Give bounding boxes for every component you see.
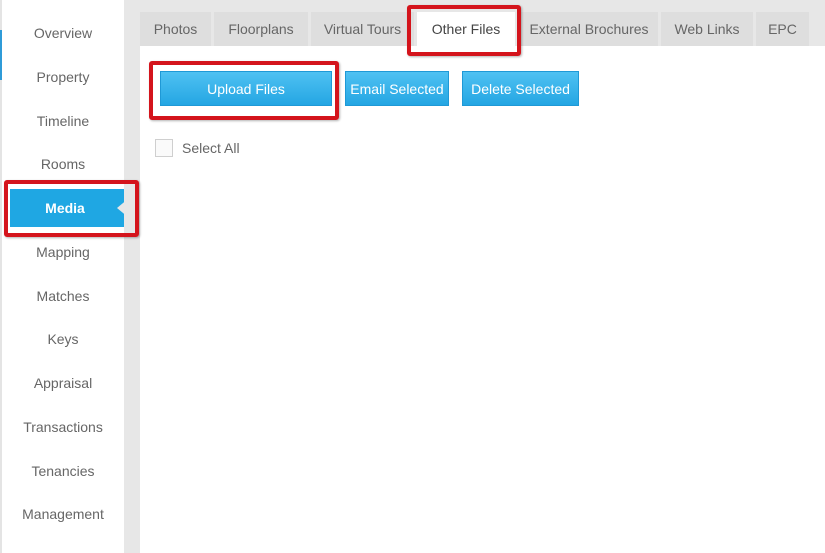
sidebar-item-mapping[interactable]: Mapping bbox=[2, 232, 136, 272]
select-all-control[interactable]: Select All bbox=[155, 139, 240, 157]
sidebar: Overview Property Timeline Rooms Media M… bbox=[2, 0, 128, 553]
delete-selected-button[interactable]: Delete Selected bbox=[462, 71, 579, 106]
sidebar-item-media[interactable]: Media bbox=[10, 189, 128, 227]
sidebar-item-appraisal[interactable]: Appraisal bbox=[2, 363, 136, 403]
tab-virtual-tours[interactable]: Virtual Tours bbox=[311, 12, 414, 46]
sidebar-item-timeline[interactable]: Timeline bbox=[2, 101, 136, 141]
sidebar-gutter bbox=[124, 0, 140, 553]
sidebar-item-rooms[interactable]: Rooms bbox=[2, 144, 136, 184]
select-all-label: Select All bbox=[182, 140, 240, 156]
tab-epc[interactable]: EPC bbox=[756, 12, 809, 46]
media-tab-bar: Photos Floorplans Virtual Tours Other Fi… bbox=[140, 0, 825, 46]
tab-web-links[interactable]: Web Links bbox=[661, 12, 753, 46]
sidebar-item-transactions[interactable]: Transactions bbox=[2, 407, 136, 447]
tab-external-brochures[interactable]: External Brochures bbox=[520, 12, 658, 46]
select-all-checkbox[interactable] bbox=[155, 139, 173, 157]
tab-photos[interactable]: Photos bbox=[140, 12, 211, 46]
sidebar-item-property[interactable]: Property bbox=[2, 57, 136, 97]
media-panel: Photos Floorplans Virtual Tours Other Fi… bbox=[140, 0, 825, 553]
sidebar-item-tenancies[interactable]: Tenancies bbox=[2, 451, 136, 491]
sidebar-item-matches[interactable]: Matches bbox=[2, 276, 136, 316]
sidebar-item-overview[interactable]: Overview bbox=[2, 13, 136, 53]
email-selected-button[interactable]: Email Selected bbox=[345, 71, 449, 106]
tab-floorplans[interactable]: Floorplans bbox=[214, 12, 308, 46]
upload-files-button[interactable]: Upload Files bbox=[160, 71, 332, 106]
sidebar-item-management[interactable]: Management bbox=[2, 494, 136, 534]
tab-other-files[interactable]: Other Files bbox=[417, 12, 515, 46]
sidebar-item-keys[interactable]: Keys bbox=[2, 319, 136, 359]
